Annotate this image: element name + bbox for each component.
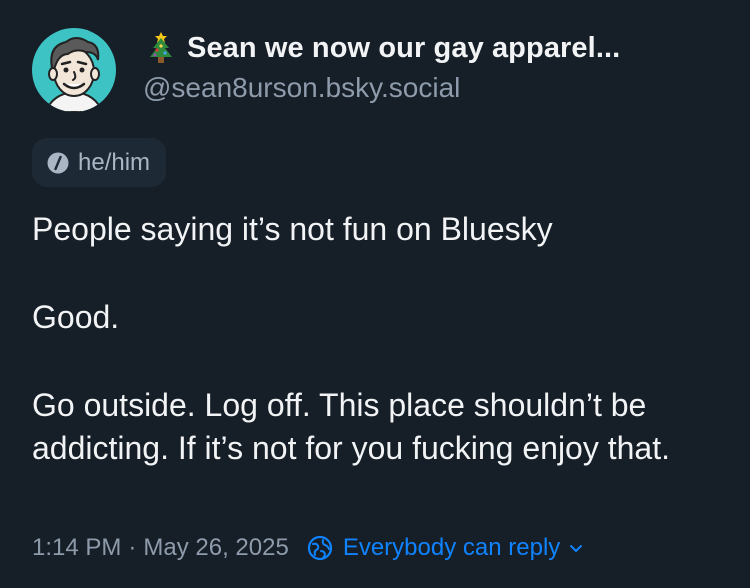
handle[interactable]: @sean8urson.bsky.social: [143, 72, 620, 104]
post-paragraph: Good.: [32, 299, 120, 335]
pronoun-label: he/him: [78, 148, 151, 176]
post-date[interactable]: May 26, 2025: [143, 534, 288, 562]
post-text: People saying it’s not fun on Bluesky Go…: [32, 208, 732, 470]
reply-setting-label[interactable]: Everybody can reply: [343, 534, 560, 562]
display-name[interactable]: Sean we now our gay apparel...: [187, 32, 620, 65]
author-names: Sean we now our gay apparel... @sean8urs…: [143, 30, 620, 104]
avatar[interactable]: [32, 28, 116, 112]
post-paragraph: Go outside. Log off. This place shouldn’…: [32, 387, 670, 466]
christmas-tree-icon: [150, 32, 172, 63]
cartoon-face-avatar: [44, 37, 104, 112]
globe-icon: [307, 535, 332, 561]
chevron-down-icon: [570, 545, 583, 552]
pronoun-badge: he/him: [32, 138, 167, 187]
slash-circle-icon: [47, 152, 69, 173]
display-name-row[interactable]: Sean we now our gay apparel...: [143, 30, 620, 66]
post-card: Sean we now our gay apparel... @sean8urs…: [0, 0, 750, 588]
post-time[interactable]: 1:14 PM: [32, 534, 121, 562]
reply-setting-button[interactable]: Everybody can reply: [307, 534, 584, 562]
meta-separator: ·: [128, 534, 137, 561]
post-meta: 1:14 PM · May 26, 2025 Everybody can rep…: [32, 534, 584, 562]
post-paragraph: People saying it’s not fun on Bluesky: [32, 211, 553, 247]
